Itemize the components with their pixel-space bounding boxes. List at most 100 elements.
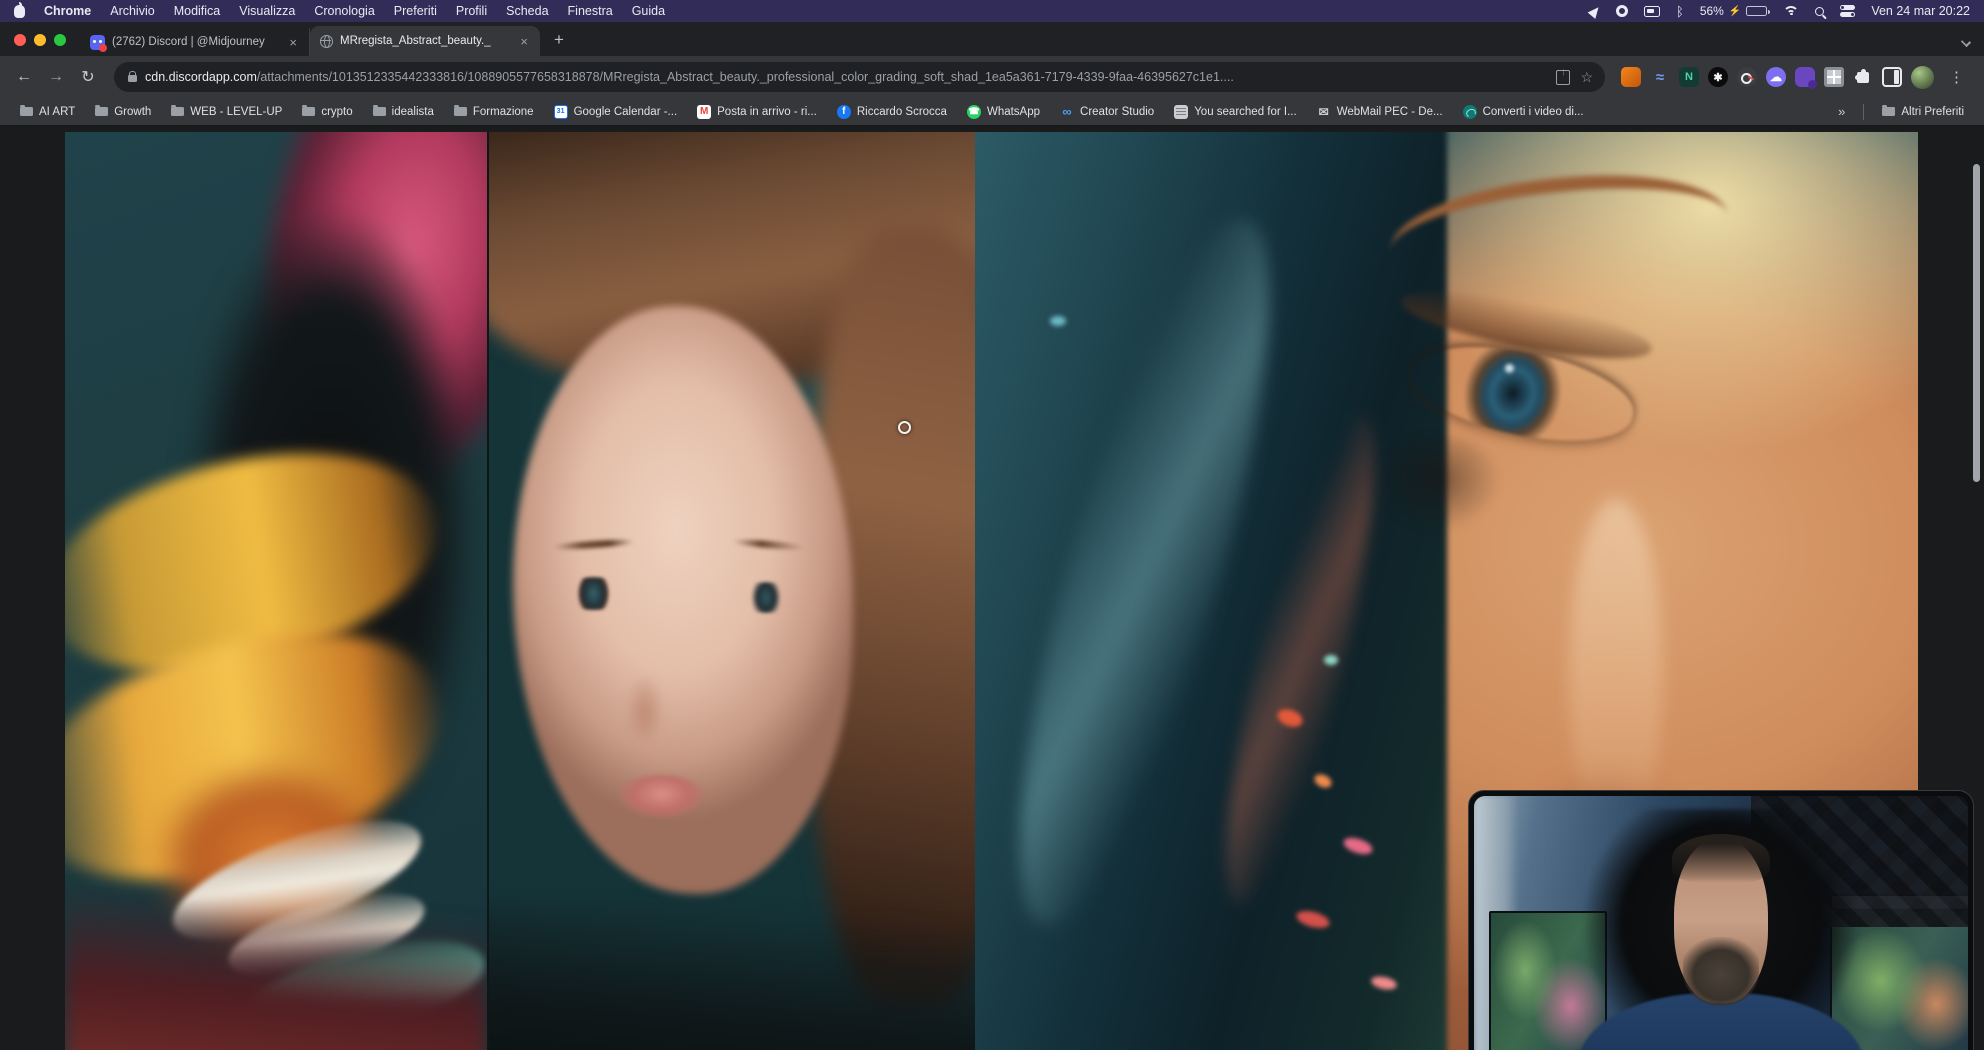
notion-extension-icon[interactable]: N xyxy=(1679,67,1699,87)
bookmark-gmail-inbox[interactable]: M Posta in arrivo - ri... xyxy=(689,102,825,122)
metamask-extension-icon[interactable] xyxy=(1621,67,1641,87)
tls-lock-icon[interactable] xyxy=(128,75,137,82)
bookmarks-divider xyxy=(1863,104,1864,120)
spotlight-search-icon[interactable] xyxy=(1815,7,1824,16)
new-tab-button[interactable]: + xyxy=(546,27,572,53)
menu-cronologia[interactable]: Cronologia xyxy=(314,4,374,18)
other-bookmarks-label: Altri Preferiti xyxy=(1901,106,1964,118)
menu-profili[interactable]: Profili xyxy=(456,4,487,18)
close-window-button[interactable] xyxy=(14,34,26,46)
menu-preferiti[interactable]: Preferiti xyxy=(394,4,437,18)
minimize-window-button[interactable] xyxy=(34,34,46,46)
chrome-toolbar: ← → ↻ cdn.discordapp.com /attachments/10… xyxy=(0,56,1984,98)
macos-menubar: Chrome Archivio Modifica Visualizza Cron… xyxy=(0,0,1984,22)
gmail-icon: M xyxy=(697,105,711,119)
menubar-clock[interactable]: Ven 24 mar 20:22 xyxy=(1871,4,1970,18)
menu-scheda[interactable]: Scheda xyxy=(506,4,548,18)
bookmark-label: Posta in arrivo - ri... xyxy=(717,106,817,118)
bookmark-crypto[interactable]: crypto xyxy=(294,103,360,121)
back-button[interactable]: ← xyxy=(10,63,38,91)
bookmark-converti-video[interactable]: Converti i video di... xyxy=(1455,102,1592,122)
bookmark-webmail-pec[interactable]: ✉ WebMail PEC - De... xyxy=(1309,102,1451,122)
side-panel-icon[interactable] xyxy=(1882,67,1902,87)
battery-status[interactable]: 56% ⚡ xyxy=(1700,4,1767,18)
reload-button[interactable]: ↻ xyxy=(74,63,102,91)
bookmark-you-searched[interactable]: You searched for I... xyxy=(1166,102,1305,122)
chrome-menu-icon[interactable]: ⋮ xyxy=(1943,68,1970,86)
bookmark-label: idealista xyxy=(392,106,434,118)
menu-guida[interactable]: Guida xyxy=(632,4,665,18)
google-calendar-icon: 31 xyxy=(554,105,568,119)
bookmark-idealista[interactable]: idealista xyxy=(365,103,442,121)
video-converter-icon xyxy=(1463,105,1477,119)
presenter-head xyxy=(1674,839,1768,1003)
mail-envelope-icon: ✉ xyxy=(1317,105,1331,119)
portrait-shoulder-shadow xyxy=(487,903,975,1050)
discord-favicon xyxy=(90,35,105,50)
cloud-extension-icon[interactable]: ☁ xyxy=(1766,67,1786,87)
extensions-puzzle-icon[interactable] xyxy=(1853,67,1873,87)
facebook-icon: f xyxy=(837,105,851,119)
battery-icon xyxy=(1746,6,1767,16)
bookmark-label: Converti i video di... xyxy=(1483,106,1584,118)
other-bookmarks[interactable]: Altri Preferiti xyxy=(1874,103,1972,121)
charging-bolt-icon: ⚡ xyxy=(1729,6,1741,17)
tab-discord-title: (2762) Discord | @Midjourney xyxy=(112,36,280,48)
folder-icon xyxy=(454,107,467,116)
chrome-tab-strip: (2762) Discord | @Midjourney × MRregista… xyxy=(0,22,1984,56)
tab-discord[interactable]: (2762) Discord | @Midjourney × xyxy=(80,28,310,56)
bookmark-star-icon[interactable]: ☆ xyxy=(1580,69,1593,86)
display-mirroring-icon[interactable] xyxy=(1644,6,1660,17)
screen-record-icon[interactable] xyxy=(1616,5,1628,17)
whatsapp-icon: ☎ xyxy=(967,105,981,119)
purple-extension-icon[interactable] xyxy=(1795,67,1815,87)
extensions-row: ≈ N ✱ ☁ ⋮ xyxy=(1617,66,1974,89)
tab-image-active[interactable]: MRregista_Abstract_beauty._ × xyxy=(310,26,540,56)
portrait-nose xyxy=(620,655,669,738)
tab-close-icon[interactable]: × xyxy=(518,34,530,49)
bookmark-google-calendar[interactable]: 31 Google Calendar -... xyxy=(546,102,686,122)
share-icon[interactable]: ↑ xyxy=(1556,70,1570,85)
folder-icon xyxy=(1882,107,1895,116)
url-path: /attachments/1013512335442333816/1088905… xyxy=(257,70,1549,84)
bookmark-label: Riccardo Scrocca xyxy=(857,106,947,118)
bookmark-label: Growth xyxy=(114,106,151,118)
folder-icon xyxy=(373,107,386,116)
tab-search-chevron-icon[interactable] xyxy=(1961,37,1971,47)
password-key-extension-icon[interactable] xyxy=(1737,67,1757,87)
tab-close-icon[interactable]: × xyxy=(287,35,299,50)
bookmarks-overflow-chevron[interactable]: » xyxy=(1830,104,1853,119)
bookmark-label: Google Calendar -... xyxy=(574,106,678,118)
control-center-icon[interactable] xyxy=(1840,5,1855,17)
forward-button[interactable]: → xyxy=(42,63,70,91)
window-controls xyxy=(0,34,80,56)
address-bar[interactable]: cdn.discordapp.com /attachments/10135123… xyxy=(114,62,1605,92)
menu-archivio[interactable]: Archivio xyxy=(110,4,154,18)
bookmark-label: WhatsApp xyxy=(987,106,1040,118)
bookmark-creator-studio[interactable]: ∞ Creator Studio xyxy=(1052,102,1162,122)
dark-circle-extension-icon[interactable]: ✱ xyxy=(1708,67,1728,87)
battery-percent: 56% xyxy=(1700,4,1724,18)
bookmark-whatsapp[interactable]: ☎ WhatsApp xyxy=(959,102,1048,122)
location-arrow-icon[interactable] xyxy=(1588,4,1603,19)
vertical-scrollbar-thumb[interactable] xyxy=(1973,164,1980,482)
bookmark-growth[interactable]: Growth xyxy=(87,103,159,121)
bookmark-ai-art[interactable]: AI ART xyxy=(12,103,83,121)
bookmark-facebook-profile[interactable]: f Riccardo Scrocca xyxy=(829,102,955,122)
bookmark-label: Formazione xyxy=(473,106,534,118)
webcam-overlay: A TIRITIND ★ xyxy=(1468,790,1974,1050)
menu-modifica[interactable]: Modifica xyxy=(174,4,221,18)
zoom-window-button[interactable] xyxy=(54,34,66,46)
wifi-icon[interactable] xyxy=(1783,6,1799,17)
bookmark-web-level-up[interactable]: WEB - LEVEL-UP xyxy=(163,103,290,121)
menu-visualizza[interactable]: Visualizza xyxy=(239,4,295,18)
bluetooth-icon[interactable]: ᛒ xyxy=(1676,5,1684,18)
bookmark-formazione[interactable]: Formazione xyxy=(446,103,542,121)
grid-extension-icon[interactable] xyxy=(1824,67,1844,87)
waves-extension-icon[interactable]: ≈ xyxy=(1650,67,1670,87)
menubar-app-name[interactable]: Chrome xyxy=(44,4,91,18)
meta-icon: ∞ xyxy=(1060,105,1074,119)
profile-avatar[interactable] xyxy=(1911,66,1934,89)
menu-finestra[interactable]: Finestra xyxy=(568,4,613,18)
apple-logo-icon[interactable] xyxy=(14,5,25,18)
